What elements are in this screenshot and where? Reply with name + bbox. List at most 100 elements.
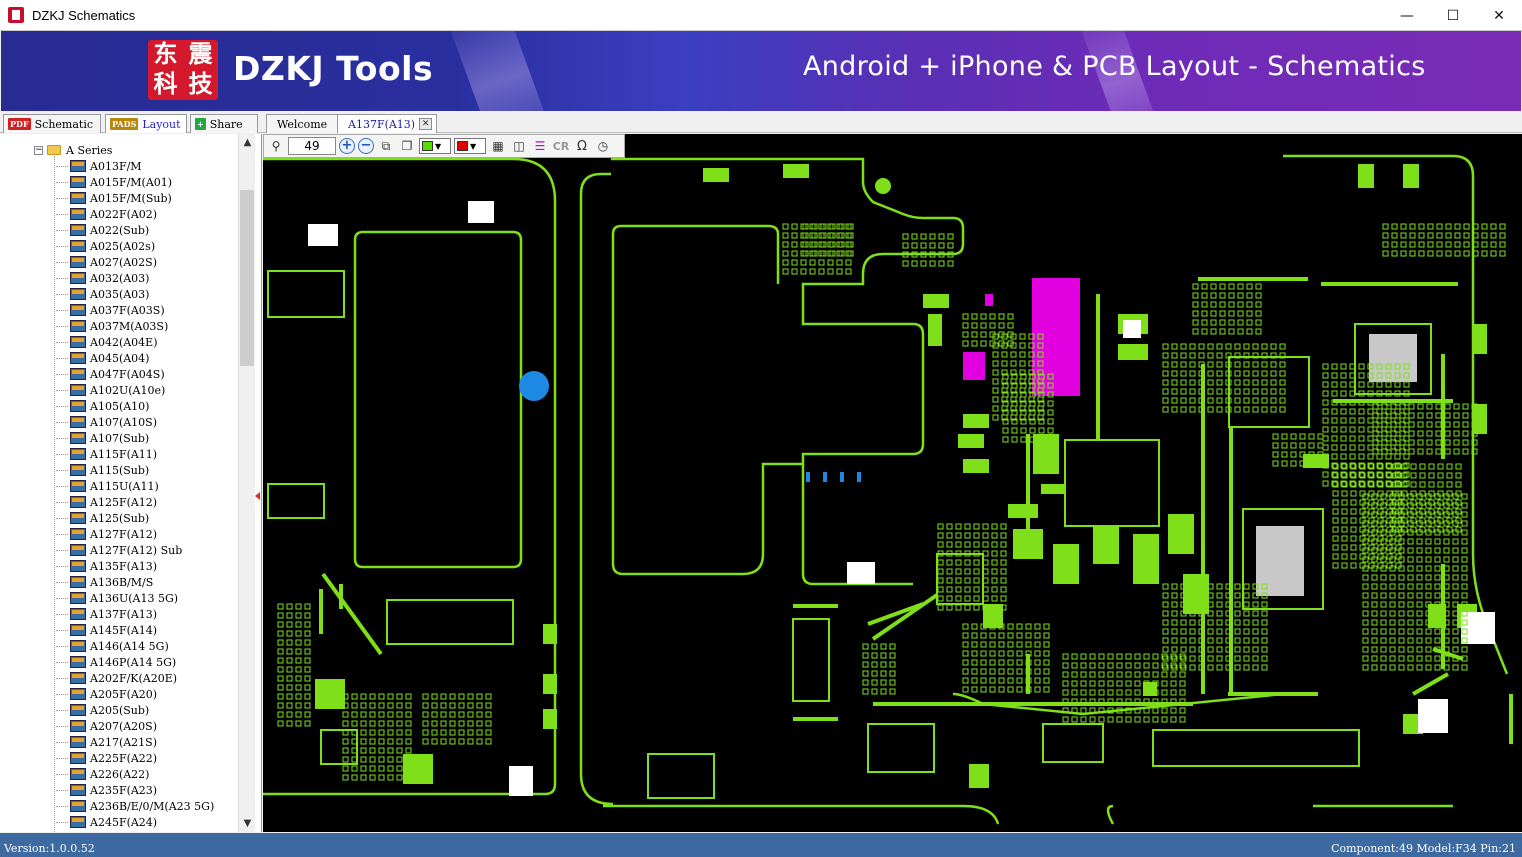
cr-button[interactable]: CR (552, 137, 570, 155)
tree-item[interactable]: A127F(A12) Sub (56, 542, 182, 558)
scroll-down-icon[interactable]: ▼ (239, 815, 256, 832)
tree-item[interactable]: A105(A10) (56, 398, 149, 414)
tab-a137f[interactable]: A137F(A13) ✕ (337, 114, 438, 133)
highlighted-pin[interactable] (985, 294, 993, 306)
tree-item[interactable]: A102U(A10e) (56, 382, 165, 398)
tree-item[interactable]: A013F/M (56, 158, 142, 174)
tree-item[interactable]: A205(Sub) (56, 702, 149, 718)
scroll-up-icon[interactable]: ▲ (239, 134, 256, 151)
tree-item[interactable]: A115(Sub) (56, 462, 149, 478)
zoom-in-button[interactable]: + (339, 138, 355, 154)
tree-item[interactable]: A145F(A14) (56, 622, 157, 638)
minimize-button[interactable]: — (1384, 0, 1430, 31)
pads-file-icon (70, 448, 86, 460)
brand-logo: 东 震 科 技 (148, 40, 218, 100)
pads-file-icon (70, 576, 86, 588)
tree-item[interactable]: A136B/M/S (56, 574, 153, 590)
tree-item[interactable]: A125F(A12) (56, 494, 157, 510)
tree-item[interactable]: A115F(A11) (56, 446, 157, 462)
folder-icon (47, 145, 61, 155)
tree-item[interactable]: A115U(A11) (56, 478, 159, 494)
tree-item[interactable]: A035(A03) (56, 286, 149, 302)
tree-item-label: A136U(A13 5G) (90, 591, 179, 605)
search-icon[interactable]: ⚲ (267, 137, 285, 155)
reset-icon[interactable]: ◷ (594, 137, 612, 155)
tab-layout[interactable]: PADS Layout (105, 114, 187, 133)
maximize-button[interactable]: ☐ (1430, 0, 1476, 31)
tree-root-a-series[interactable]: − A Series (34, 142, 112, 158)
tree-item[interactable]: A225F(A22) (56, 750, 157, 766)
tree-item[interactable]: A047F(A04S) (56, 366, 165, 382)
secondary-color-picker[interactable]: ▼ (454, 138, 486, 154)
tree-item[interactable]: A135F(A13) (56, 558, 157, 574)
tree-item[interactable]: A037M(A03S) (56, 318, 168, 334)
layers-icon[interactable]: ▦ (489, 137, 507, 155)
tree-scrollbar[interactable]: ▲ ▼ (238, 134, 255, 832)
tree-item-label: A127F(A12) (90, 527, 158, 541)
tree-item[interactable]: A136U(A13 5G) (56, 590, 178, 606)
panel-collapse-arrow-icon[interactable] (255, 492, 260, 500)
omega-button[interactable]: Ω (573, 137, 591, 155)
tree-item[interactable]: A015F/M(Sub) (56, 190, 172, 206)
tree-item[interactable]: A207(A20S) (56, 718, 157, 734)
tree-item[interactable]: A025(A02s) (56, 238, 155, 254)
pads-file-icon (70, 464, 86, 476)
collapse-icon[interactable]: − (34, 145, 43, 155)
tree-item[interactable]: A127F(A12) (56, 526, 157, 542)
tab-share[interactable]: + Share (190, 114, 258, 133)
tree-item-label: A135F(A13) (90, 559, 158, 573)
tree-item[interactable]: A027(A02S) (56, 254, 157, 270)
tree-item[interactable]: A245F(A24) (56, 814, 157, 830)
close-button[interactable]: ✕ (1476, 0, 1522, 31)
tree-item-label: A217(A21S) (90, 735, 157, 749)
tree-item[interactable]: A037F(A03S) (56, 302, 165, 318)
tree-item[interactable]: A107(Sub) (56, 430, 149, 446)
tree-item[interactable]: A226(A22) (56, 766, 149, 782)
pads-file-icon (70, 528, 86, 540)
tree-item[interactable]: A015F/M(A01) (56, 174, 172, 190)
pads-file-icon (70, 624, 86, 636)
copy-view-icon[interactable]: ❐ (398, 137, 416, 155)
tree-item-label: A245F(A24) (90, 815, 158, 829)
tree-item[interactable]: A236B/E/0/M(A23 5G) (56, 798, 214, 814)
mirror-icon[interactable]: ◫ (510, 137, 528, 155)
close-tab-icon[interactable]: ✕ (419, 118, 433, 130)
tree-item[interactable]: A235F(A23) (56, 782, 157, 798)
primary-color-picker[interactable]: ▼ (419, 138, 451, 154)
tree-item-label: A037F(A03S) (90, 303, 165, 317)
fit-view-icon[interactable]: ⧉ (377, 137, 395, 155)
zoom-out-button[interactable]: − (358, 138, 374, 154)
tree-item[interactable]: A146(A14 5G) (56, 638, 169, 654)
tab-welcome[interactable]: Welcome (266, 114, 339, 133)
tree-item[interactable]: A217(A21S) (56, 734, 157, 750)
tree-item-label: A015F/M(Sub) (90, 191, 172, 205)
selection-marker[interactable] (519, 371, 549, 401)
tree-item[interactable]: A022(Sub) (56, 222, 149, 238)
tree-item[interactable]: A202F/K(A20E) (56, 670, 177, 686)
tree-item[interactable]: A125(Sub) (56, 510, 149, 526)
tree-item[interactable]: A042(A04E) (56, 334, 158, 350)
highlighted-component[interactable] (963, 352, 985, 380)
pads-file-icon (70, 560, 86, 572)
zoom-input[interactable]: 49 (288, 137, 336, 155)
tab-schematic[interactable]: PDF Schematic (3, 114, 101, 133)
scroll-thumb[interactable] (240, 190, 254, 366)
tree-item-label: A226(A22) (90, 767, 150, 781)
highlighted-connector[interactable] (1032, 278, 1080, 396)
tree-item[interactable]: A045(A04) (56, 350, 149, 366)
tree-item[interactable]: A032(A03) (56, 270, 149, 286)
pads-file-icon (70, 656, 86, 668)
pcb-drawing[interactable] (263, 134, 1522, 832)
pads-file-icon (70, 608, 86, 620)
tree-item[interactable]: A107(A10S) (56, 414, 157, 430)
component-info: Component:49 Model:F34 Pin:21 (1331, 842, 1516, 855)
tree-item[interactable]: A137F(A13) (56, 606, 157, 622)
tree-item[interactable]: A205F(A20) (56, 686, 157, 702)
pads-file-icon (70, 336, 86, 348)
pcb-layout-canvas[interactable] (263, 134, 1522, 832)
pads-file-icon (70, 160, 86, 172)
tree-item-label: A146P(A14 5G) (90, 655, 177, 669)
tree-item[interactable]: A022F(A02) (56, 206, 157, 222)
list-icon[interactable]: ☰ (531, 137, 549, 155)
tree-item[interactable]: A146P(A14 5G) (56, 654, 176, 670)
